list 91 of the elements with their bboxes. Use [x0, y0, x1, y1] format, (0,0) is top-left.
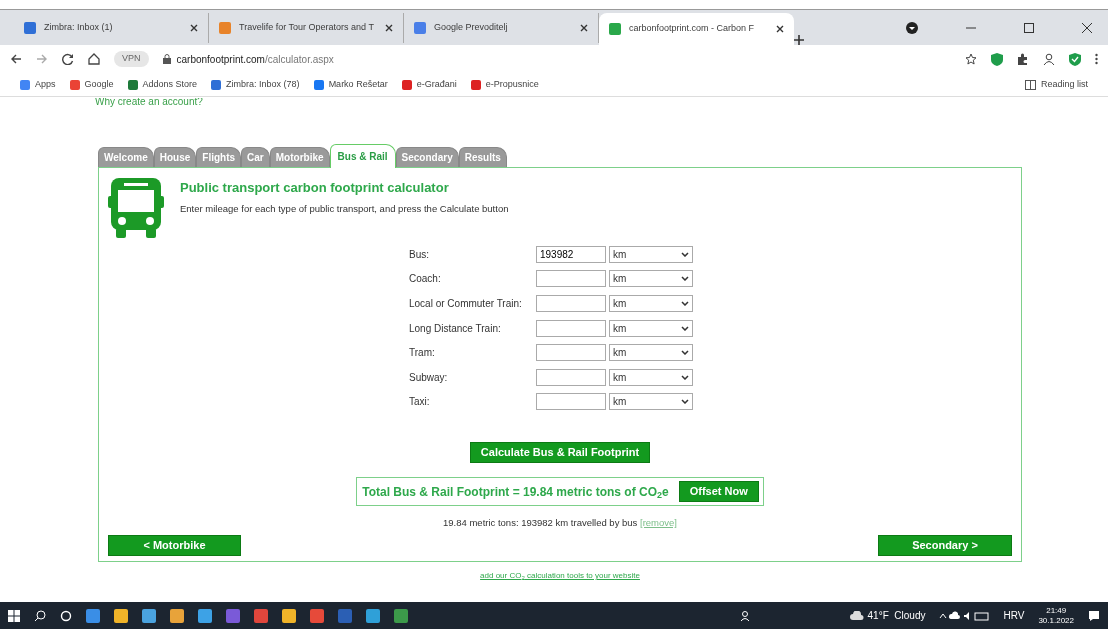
browser-tab[interactable]: carbonfootprint.com - Carbon F [599, 13, 794, 45]
bookmark-link[interactable]: e-Građani [401, 77, 457, 92]
back-icon[interactable] [10, 53, 22, 65]
calculate-button[interactable]: Calculate Bus & Rail Footprint [469, 442, 651, 464]
offset-now-button[interactable]: Offset Now [678, 481, 759, 503]
app-icon[interactable] [114, 608, 128, 623]
maximize-icon[interactable] [1024, 22, 1034, 33]
start-icon[interactable] [8, 609, 20, 622]
lock-icon [162, 54, 171, 64]
app-icon[interactable] [170, 608, 184, 623]
mileage-input[interactable]: 193982 [536, 245, 606, 263]
mileage-input[interactable] [536, 393, 606, 411]
close-icon[interactable] [580, 24, 588, 32]
result-text: 19.84 metric tons: 193982 km travelled by bus [443, 517, 638, 529]
address-field[interactable]: carbonfootprint.com/calculator.aspx [162, 51, 951, 67]
browser-tab[interactable]: Travelife for Tour Operators and T [209, 13, 404, 43]
instructions-text: Enter mileage for each type of public transport, and press the Calculate button [180, 201, 509, 216]
vpn-badge[interactable]: VPN [114, 51, 149, 67]
notification-icon[interactable] [1088, 609, 1100, 622]
profile-icon[interactable] [906, 21, 918, 34]
app-icon[interactable] [254, 608, 268, 623]
account-icon[interactable] [1043, 53, 1055, 65]
unit-select[interactable]: km [609, 295, 693, 312]
field-label: Taxi: [409, 395, 431, 410]
calculator-tab[interactable]: Bus & Rail [329, 144, 396, 168]
app-icon[interactable] [198, 608, 212, 623]
total-footprint-text: Total Bus & Rail Footprint = 19.84 metric tons of CO$_{2}$e [362, 483, 669, 501]
weather-widget[interactable]: 41°F Cloudy [849, 608, 926, 623]
chevron-down-icon [681, 301, 689, 306]
shield-check-icon[interactable] [1069, 52, 1081, 66]
home-icon[interactable] [88, 53, 100, 65]
circle-icon[interactable] [60, 609, 72, 622]
app-icon[interactable] [282, 608, 296, 623]
mileage-input[interactable] [536, 295, 606, 312]
field-label: Tram: [409, 346, 436, 361]
app-icon[interactable] [142, 608, 156, 623]
next-button[interactable]: Secondary > [878, 535, 1012, 557]
new-tab-icon[interactable] [794, 35, 804, 45]
search-icon[interactable] [34, 609, 46, 622]
reading-list-icon [1024, 79, 1036, 90]
shield-icon[interactable] [991, 52, 1003, 66]
bus-icon [108, 178, 164, 238]
chevron-down-icon [681, 325, 689, 331]
unit-select[interactable]: km [609, 368, 693, 386]
account-link[interactable]: Why create an account? [95, 98, 1108, 108]
field-label: Coach: [409, 272, 442, 287]
field-label: Local or Commuter Train: [409, 297, 523, 311]
app-icon[interactable] [86, 608, 100, 623]
chevron-down-icon [681, 350, 689, 356]
mileage-input[interactable] [536, 368, 606, 386]
chevron-down-icon [681, 399, 689, 405]
close-icon[interactable] [776, 25, 784, 33]
browser-tab[interactable]: Zimbra: Inbox (1) [14, 13, 209, 43]
tray-icons[interactable] [939, 610, 990, 621]
mileage-input[interactable] [536, 319, 606, 337]
close-icon[interactable] [190, 24, 198, 32]
chevron-down-icon [681, 276, 689, 282]
app-icon[interactable] [394, 608, 408, 623]
unit-select[interactable]: km [609, 344, 693, 362]
puzzle-icon[interactable] [1017, 53, 1029, 65]
unit-select[interactable]: km [609, 245, 693, 263]
unit-select[interactable]: km [609, 319, 693, 337]
chevron-down-icon [681, 374, 689, 380]
star-icon[interactable] [965, 53, 977, 65]
previous-button[interactable]: < Motorbike [108, 535, 241, 557]
cloud-icon [849, 611, 864, 620]
calculator-title: Public transport carbon footprint calculator [180, 179, 450, 197]
field-label: Subway: [409, 370, 449, 385]
reading-list-button[interactable]: Reading list [1024, 77, 1088, 92]
reload-icon[interactable] [62, 53, 74, 65]
language-indicator[interactable]: HRV [1003, 608, 1025, 623]
field-label: Bus: [409, 247, 430, 262]
bookmark-link[interactable]: Apps [20, 77, 56, 92]
mileage-input[interactable] [536, 344, 606, 362]
menu-icon[interactable] [1095, 53, 1098, 65]
people-icon[interactable] [739, 609, 752, 622]
bookmark-link[interactable]: Addons Store [127, 77, 198, 92]
app-icon[interactable] [310, 608, 324, 623]
app-icon[interactable] [366, 608, 380, 623]
bookmark-link[interactable]: e-Propusnice [470, 77, 539, 92]
bookmark-link[interactable]: Google [69, 77, 114, 92]
bookmark-link[interactable]: Zimbra: Inbox (78) [211, 77, 300, 92]
field-label: Long Distance Train: [409, 321, 502, 336]
clock[interactable]: 21:49 30.1.2022 [1038, 605, 1074, 626]
chevron-down-icon [681, 251, 689, 257]
close-icon[interactable] [385, 24, 393, 32]
unit-select[interactable]: km [609, 393, 693, 411]
close-icon[interactable] [1082, 22, 1092, 33]
bookmark-link[interactable]: Marko Rešetar [313, 77, 388, 92]
mileage-input[interactable] [536, 270, 606, 288]
unit-select[interactable]: km [609, 270, 693, 288]
